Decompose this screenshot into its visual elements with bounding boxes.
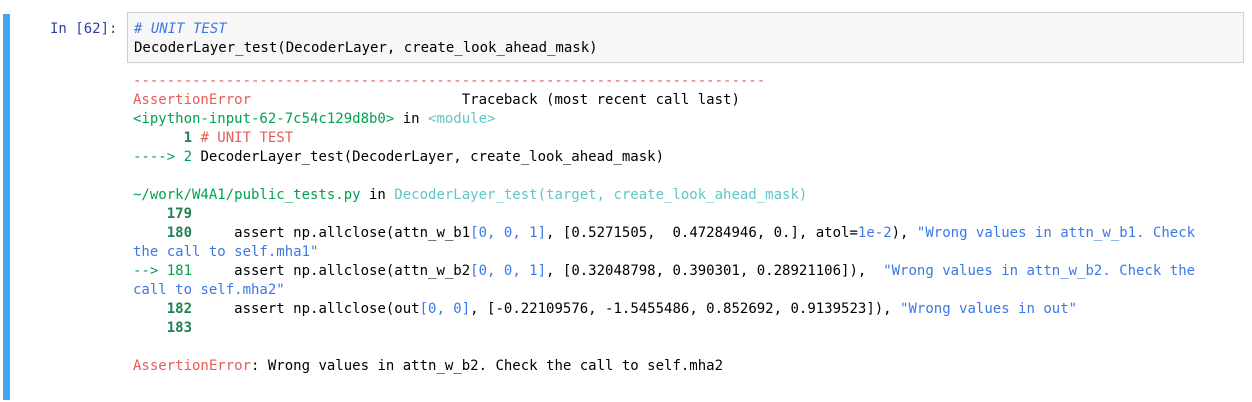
current-line-arrow: --> 181 (133, 263, 193, 279)
final-error-name: AssertionError (133, 358, 252, 374)
code-comment: # UNIT TEST (134, 21, 227, 37)
frame1-file: <ipython-input-62-7c54c129d8b0> (133, 111, 395, 127)
traceback-header: Traceback (most recent call last) (461, 92, 740, 108)
traceback-separator: ----------------------------------------… (133, 73, 766, 89)
traceback-output: ----------------------------------------… (133, 73, 1196, 374)
code-input-area[interactable]: # UNIT TEST DecoderLayer_test(DecoderLaye… (127, 12, 1244, 63)
frame1-comment: # UNIT TEST (200, 130, 294, 146)
line-number: 182 (133, 301, 193, 317)
line-number: 180 (133, 225, 193, 241)
line-number: 183 (133, 320, 193, 336)
final-error-message: : Wrong values in attn_w_b2. Check the c… (251, 358, 724, 374)
code-call-line: DecoderLayer_test(DecoderLayer, create_l… (134, 40, 598, 56)
code-text[interactable]: # UNIT TEST DecoderLayer_test(DecoderLaye… (134, 20, 598, 58)
error-name: AssertionError (133, 92, 252, 108)
notebook-cell[interactable]: In [62]: # UNIT TEST DecoderLayer_test(De… (0, 0, 1252, 402)
input-prompt: In [62]: (50, 21, 118, 37)
cell-selection-bar (3, 14, 10, 400)
frame1-func: <module> (428, 111, 496, 127)
frame2-func: DecoderLayer_test(target, create_look_ah… (394, 187, 808, 203)
line-number: 1 (133, 130, 201, 146)
frame1-code: DecoderLayer_test(DecoderLayer, create_l… (200, 149, 665, 165)
line-number: 179 (133, 206, 193, 222)
frame2-file: ~/work/W4A1/public_tests.py (133, 187, 361, 203)
current-line-arrow: ----> 2 (133, 149, 201, 165)
